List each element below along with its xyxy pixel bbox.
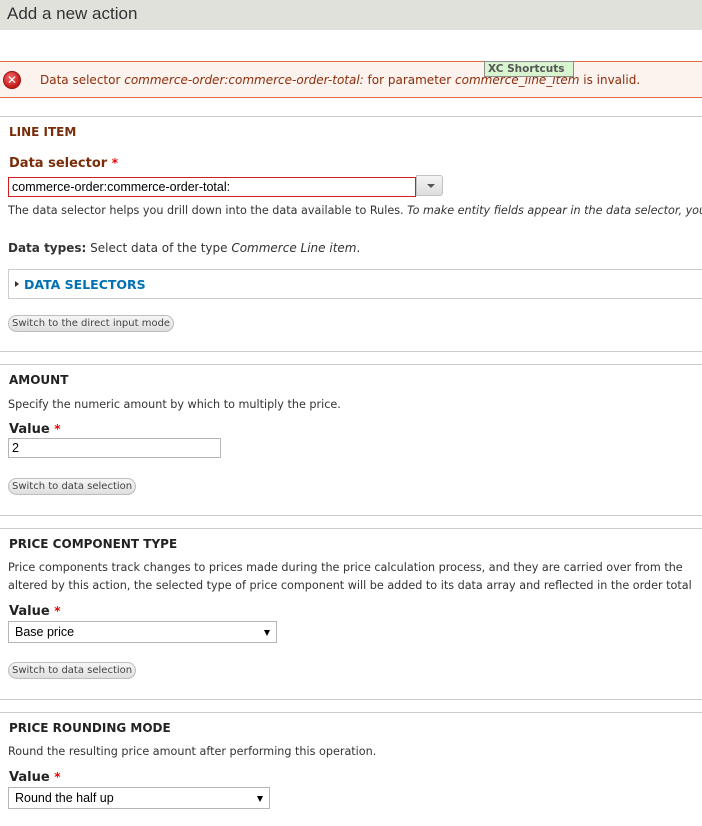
data-types-label: Data types: — [8, 241, 87, 255]
rounding-mode-select[interactable]: Round the half up — [8, 787, 270, 809]
data-types-text: Select data of the type — [86, 241, 232, 255]
error-middle: for parameter — [363, 73, 456, 87]
error-selector: commerce-order:commerce-order-total: — [124, 73, 364, 87]
collapse-arrow-icon — [15, 281, 19, 287]
label-text: Value — [9, 604, 50, 619]
error-message: ✕ Data selector commerce-order:commerce-… — [0, 61, 702, 98]
data-selectors-fieldset[interactable]: DATA SELECTORS — [8, 269, 702, 299]
price-component-value-label: Value * — [9, 604, 60, 619]
dropdown-arrow-icon — [257, 796, 263, 802]
rounding-value-label: Value * — [9, 770, 60, 785]
amount-description: Specify the numeric amount by which to m… — [8, 398, 341, 411]
page-title: Add a new action — [7, 4, 138, 23]
section-divider — [0, 351, 702, 364]
selected-value: Round the half up — [15, 791, 114, 805]
label-text: Data selector — [9, 156, 108, 171]
required-marker: * — [54, 770, 61, 784]
section-divider — [0, 515, 702, 528]
required-marker: * — [111, 156, 118, 170]
chevron-down-icon — [427, 184, 435, 188]
data-selector-input[interactable] — [8, 177, 416, 197]
data-types-type: Commerce Line item — [231, 241, 357, 255]
amount-value-input[interactable] — [8, 438, 221, 458]
error-icon: ✕ — [3, 71, 21, 89]
section-title: LINE ITEM — [9, 125, 77, 139]
section-divider — [0, 699, 702, 712]
data-selector-label: Data selector * — [9, 156, 118, 171]
required-marker: * — [54, 604, 61, 618]
amount-switch-data-selection-button[interactable]: Switch to data selection — [8, 478, 137, 495]
amount-value-label: Value * — [9, 422, 60, 437]
price-component-select[interactable]: Base price — [8, 621, 277, 643]
data-selectors-legend[interactable]: DATA SELECTORS — [24, 277, 146, 292]
price-component-description-line2: altered by this action, the selected typ… — [8, 579, 692, 592]
data-selector-help: The data selector helps you drill down i… — [8, 204, 702, 217]
label-text: Value — [9, 422, 50, 437]
help-text-italic: To make entity fields appear in the data… — [407, 204, 702, 217]
xc-shortcuts-tooltip[interactable]: XC Shortcuts — [484, 61, 574, 77]
price-component-description-line1: Price components track changes to prices… — [8, 561, 683, 574]
data-types-end: . — [356, 241, 361, 255]
section-title: AMOUNT — [9, 373, 69, 387]
error-suffix: is invalid. — [579, 73, 641, 87]
required-marker: * — [54, 422, 61, 436]
price-component-switch-data-selection-button[interactable]: Switch to data selection — [8, 662, 137, 679]
help-text: The data selector helps you drill down i… — [8, 204, 408, 217]
dropdown-arrow-icon — [264, 630, 270, 636]
label-text: Value — [9, 770, 50, 785]
data-selector-dropdown-button[interactable] — [416, 175, 443, 196]
error-prefix: Data selector — [40, 73, 125, 87]
page-header: Add a new action — [0, 0, 702, 30]
switch-direct-input-button[interactable]: Switch to the direct input mode — [8, 315, 175, 332]
section-title: PRICE COMPONENT TYPE — [9, 537, 178, 551]
data-types: Data types: Select data of the type Comm… — [8, 241, 360, 255]
section-title: PRICE ROUNDING MODE — [9, 721, 171, 735]
selected-value: Base price — [15, 625, 75, 639]
rounding-description: Round the resulting price amount after p… — [8, 745, 377, 758]
